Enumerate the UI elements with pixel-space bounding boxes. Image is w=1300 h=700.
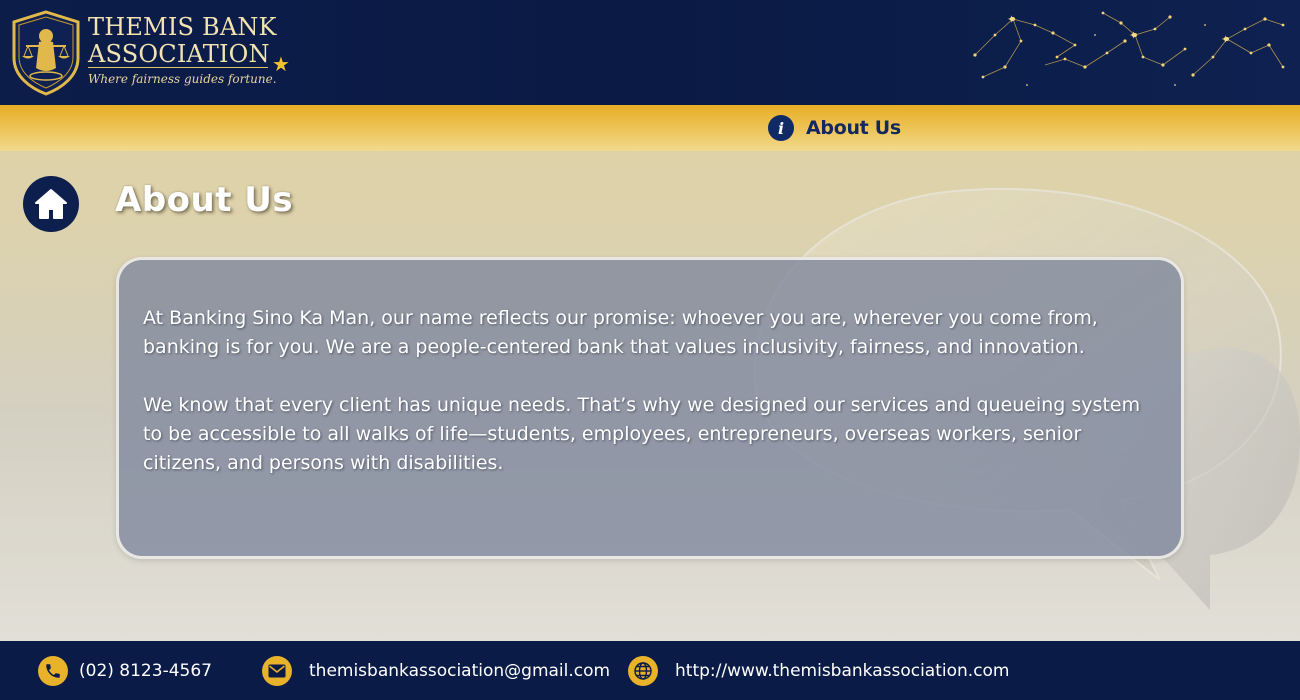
home-icon <box>35 189 67 219</box>
phone-number: (02) 8123-4567 <box>79 660 212 681</box>
header: THEMIS BANK ASSOCIATION ★ Where fairness… <box>0 0 1300 105</box>
brand-line-2: ASSOCIATION <box>88 40 270 68</box>
brand-tagline: Where fairness guides fortune. <box>88 72 277 86</box>
home-button[interactable] <box>23 176 79 232</box>
website-url: http://www.themisbankassociation.com <box>675 660 1010 681</box>
about-paragraph-1: At Banking Sino Ka Man, our name reflect… <box>143 307 1098 358</box>
footer-website[interactable]: http://www.themisbankassociation.com <box>628 641 1010 700</box>
brand-line-1: THEMIS BANK <box>88 13 277 41</box>
page-title: About Us <box>115 180 294 220</box>
about-paragraph-2: We know that every client has unique nee… <box>143 394 1141 474</box>
mail-icon <box>262 655 292 686</box>
globe-icon <box>628 655 658 686</box>
constellation-decoration-icon: ✦ ✦ ✦ <box>973 11 1285 86</box>
footer-phone[interactable]: (02) 8123-4567 <box>38 641 212 700</box>
info-icon: i <box>768 115 794 141</box>
star-icon: ★ <box>272 52 290 76</box>
svg-text:✦: ✦ <box>1007 13 1016 26</box>
svg-text:✦: ✦ <box>1221 33 1230 46</box>
about-content-card: At Banking Sino Ka Man, our name reflect… <box>116 257 1184 559</box>
nav-bar: i About Us <box>0 105 1300 151</box>
phone-icon <box>38 655 68 686</box>
svg-text:✦: ✦ <box>1129 29 1138 42</box>
email-address: themisbankassociation@gmail.com <box>309 660 611 681</box>
footer-email[interactable]: themisbankassociation@gmail.com <box>262 641 610 700</box>
brand-divider <box>88 67 268 68</box>
nav-item-label: About Us <box>806 117 901 139</box>
lady-justice-logo-icon[interactable] <box>10 10 82 96</box>
nav-item-about-us[interactable]: i About Us <box>768 114 901 142</box>
footer: (02) 8123-4567 themisbankassociation@gma… <box>0 641 1300 700</box>
brand-name: THEMIS BANK ASSOCIATION <box>88 14 288 68</box>
